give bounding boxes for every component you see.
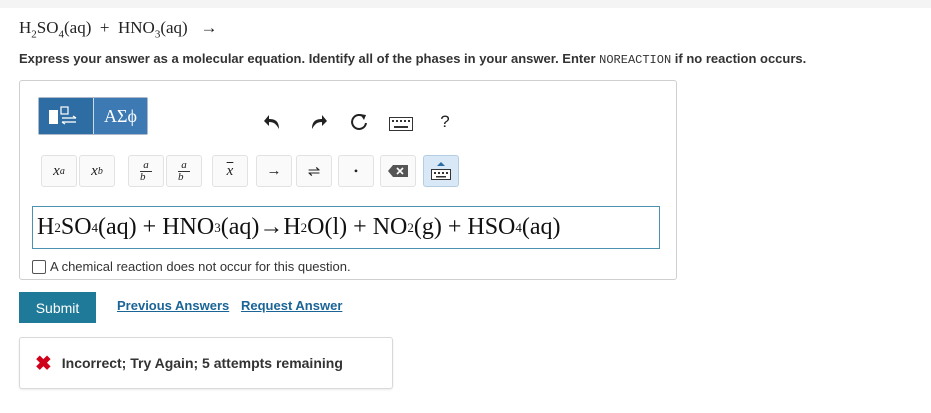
templates-icon xyxy=(49,106,77,125)
templates-tab[interactable] xyxy=(39,98,93,134)
reaction-arrow-button[interactable]: → xyxy=(256,155,292,187)
subscript-button[interactable]: xb xyxy=(79,155,115,187)
ans-text: (aq)→H xyxy=(220,214,301,240)
ans-text: H xyxy=(37,214,55,240)
request-answer-link[interactable]: Request Answer xyxy=(241,298,342,313)
ans-text: (aq) + HNO xyxy=(98,214,215,240)
frac-den: b xyxy=(140,170,152,183)
instr-text: if no reaction occurs. xyxy=(671,51,807,66)
feedback-text: Incorrect; Try Again; 5 attempts remaini… xyxy=(61,355,343,371)
equation-editor: ΑΣϕ ? xa xb ab ab x → ⇌ • H 2 SO 4 (aq) + HN… xyxy=(19,80,677,280)
instr-code: NOREACTION xyxy=(599,53,672,67)
instr-text: Express your answer as a molecular equat… xyxy=(19,51,600,66)
superscript-button[interactable]: xa xyxy=(41,155,77,187)
help-icon[interactable]: ? xyxy=(432,109,458,135)
fraction-inline-button[interactable]: ab xyxy=(166,155,202,187)
ans-text: (g) + HSO xyxy=(413,214,516,240)
close-icon: ✖ xyxy=(35,352,52,375)
keyboard-toggle-button[interactable] xyxy=(423,155,459,187)
q-arrow: → xyxy=(200,18,218,37)
reset-icon[interactable] xyxy=(346,109,372,135)
greek-tab[interactable]: ΑΣϕ xyxy=(93,98,147,134)
backspace-button[interactable] xyxy=(380,155,416,187)
instructions: Express your answer as a molecular equat… xyxy=(19,51,806,67)
submit-button[interactable]: Submit xyxy=(19,292,96,323)
ans-text: O(l) + NO xyxy=(307,214,408,240)
q-plus: + xyxy=(99,18,110,37)
equilibrium-arrow-button[interactable]: ⇌ xyxy=(296,155,332,187)
previous-answers-link[interactable]: Previous Answers xyxy=(117,298,229,313)
q-text: H xyxy=(19,18,32,37)
feedback-box: ✖ Incorrect; Try Again; 5 attempts remai… xyxy=(19,337,393,389)
keyboard-up-icon xyxy=(431,162,451,180)
keyboard-icon[interactable] xyxy=(388,111,414,137)
answer-input[interactable]: H 2 SO 4 (aq) + HNO 3 (aq)→H 2 O(l) + NO 2 (g) + H… xyxy=(32,206,660,249)
backspace-icon xyxy=(388,165,408,177)
dot-button[interactable]: • xyxy=(338,155,374,187)
q-text: (aq) xyxy=(64,18,92,37)
q-text: HNO xyxy=(117,18,155,37)
ans-text: SO xyxy=(60,214,92,240)
no-reaction-option: A chemical reaction does not occur for t… xyxy=(32,259,351,274)
ans-text: (aq) xyxy=(521,214,561,240)
fraction-button[interactable]: ab xyxy=(128,155,164,187)
q-text: SO xyxy=(36,18,59,37)
undo-icon[interactable] xyxy=(260,109,286,135)
frac-num: a xyxy=(143,158,149,171)
no-reaction-label: A chemical reaction does not occur for t… xyxy=(50,259,351,274)
q-text: (aq) xyxy=(160,18,188,37)
redo-icon[interactable] xyxy=(305,109,331,135)
top-band xyxy=(0,0,931,8)
no-reaction-checkbox[interactable] xyxy=(32,259,46,274)
question-prompt: H2SO4(aq) + HNO3(aq) → xyxy=(19,18,217,40)
mode-tabs: ΑΣϕ xyxy=(38,97,148,135)
overline-button[interactable]: x xyxy=(212,155,248,187)
